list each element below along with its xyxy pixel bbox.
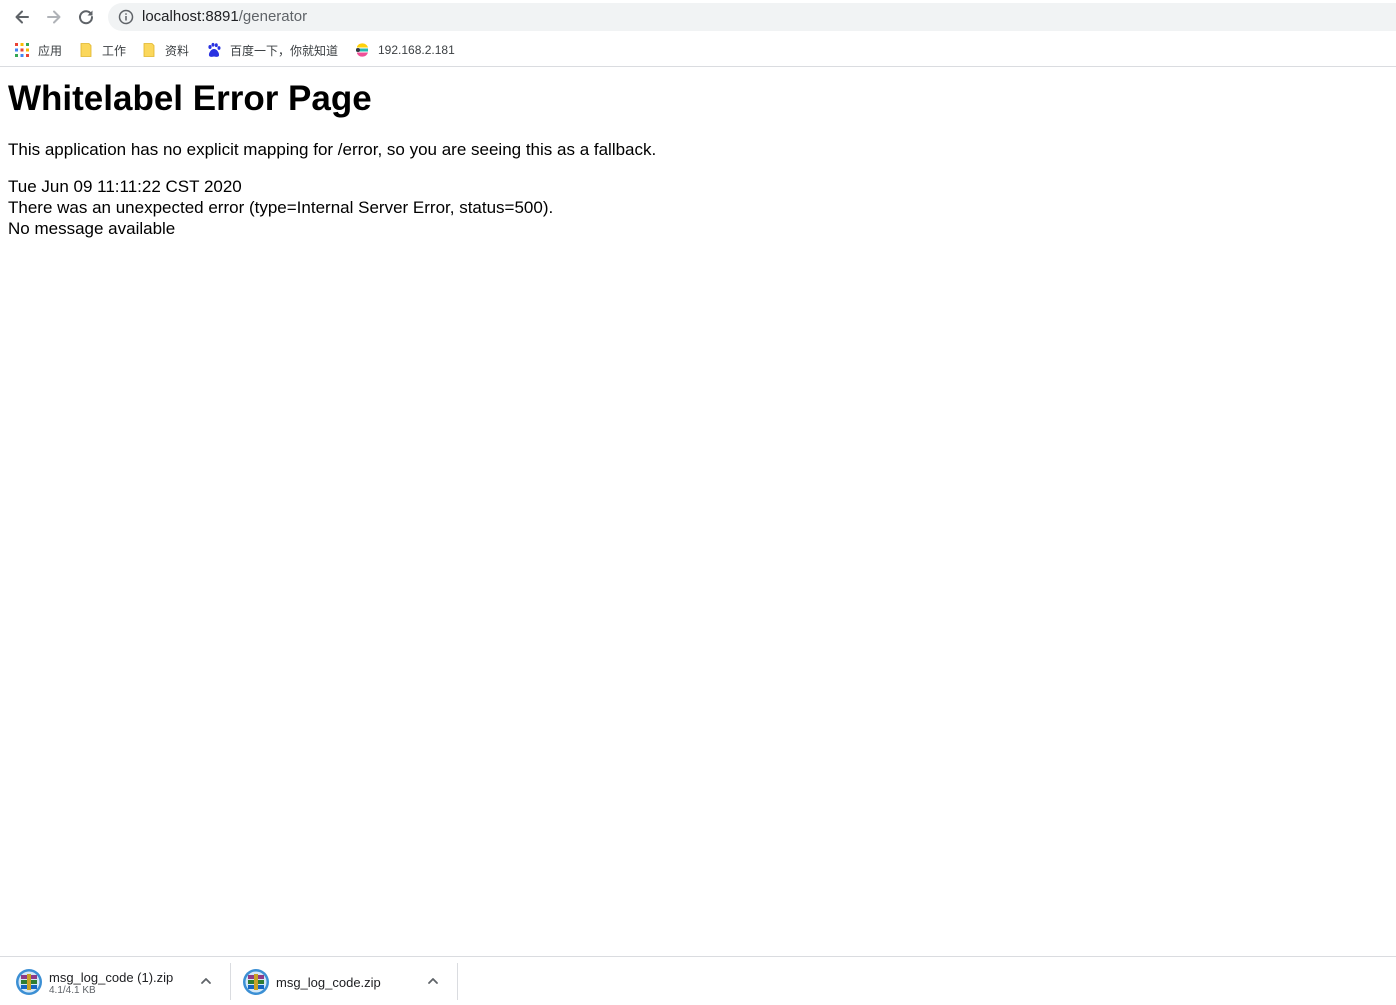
forward-arrow-icon	[47, 10, 61, 24]
elastic-logo-icon	[356, 43, 368, 57]
url-path: /generator	[238, 8, 308, 25]
forward-button[interactable]	[42, 5, 66, 29]
chevron-up-icon[interactable]	[424, 972, 442, 990]
bookmark-ip[interactable]: 192.168.2.181	[354, 40, 455, 60]
bookmark-label: 百度一下，你就知道	[230, 43, 339, 58]
apps-grid-icon	[15, 43, 29, 57]
page-content: Whitelabel Error Page This application h…	[8, 68, 1388, 239]
error-type-line: There was an unexpected error (type=Inte…	[8, 198, 554, 217]
download-shelf: msg_log_code (1).zip 4.1/4.1 KB msg_log_…	[0, 956, 1396, 1005]
site-info-icon[interactable]	[118, 9, 134, 25]
winrar-archive-icon	[16, 969, 42, 995]
error-message: No message available	[8, 219, 176, 238]
back-arrow-icon	[15, 10, 29, 24]
page-title: Whitelabel Error Page	[8, 79, 372, 118]
bookmark-label: 工作	[102, 43, 127, 58]
url-text[interactable]: localhost:8891/generator	[142, 8, 307, 25]
download-size: 4.1/4.1 KB	[49, 985, 96, 996]
address-bar[interactable]: localhost:8891/generator	[108, 3, 1396, 31]
bookmark-label: 应用	[38, 43, 63, 58]
bookmark-label: 192.168.2.181	[378, 43, 455, 57]
download-filename: msg_log_code (1).zip	[49, 970, 174, 985]
bookmark-apps[interactable]: 应用	[14, 40, 62, 60]
reload-button[interactable]	[74, 5, 98, 29]
baidu-paw-icon	[208, 42, 221, 57]
bookmark-baidu[interactable]: 百度一下，你就知道	[206, 40, 338, 60]
url-host: localhost:8891	[142, 8, 239, 25]
winrar-archive-icon	[243, 969, 269, 995]
error-details: Tue Jun 09 11:11:22 CST 2020 There was a…	[8, 176, 1388, 239]
browser-toolbar: localhost:8891/generator	[0, 0, 1396, 34]
bookmark-folder-docs[interactable]: 资料	[141, 40, 189, 60]
folder-icon	[80, 43, 92, 57]
download-item[interactable]: msg_log_code (1).zip 4.1/4.1 KB	[0, 957, 229, 1005]
download-item[interactable]: msg_log_code.zip	[231, 957, 457, 1005]
error-timestamp: Tue Jun 09 11:11:22 CST 2020	[8, 177, 242, 196]
error-description: This application has no explicit mapping…	[8, 140, 657, 159]
bookmark-folder-work[interactable]: 工作	[78, 40, 126, 60]
bookmark-label: 资料	[165, 43, 190, 58]
back-button[interactable]	[10, 5, 34, 29]
folder-icon	[143, 43, 155, 57]
reload-icon	[79, 10, 94, 25]
chevron-up-icon[interactable]	[197, 972, 215, 990]
download-filename: msg_log_code.zip	[276, 975, 381, 990]
download-divider	[457, 963, 458, 1000]
bookmarks-bar: 应用 工作 资料 百度一下，你就知道 192.168.2.181	[0, 34, 1396, 67]
